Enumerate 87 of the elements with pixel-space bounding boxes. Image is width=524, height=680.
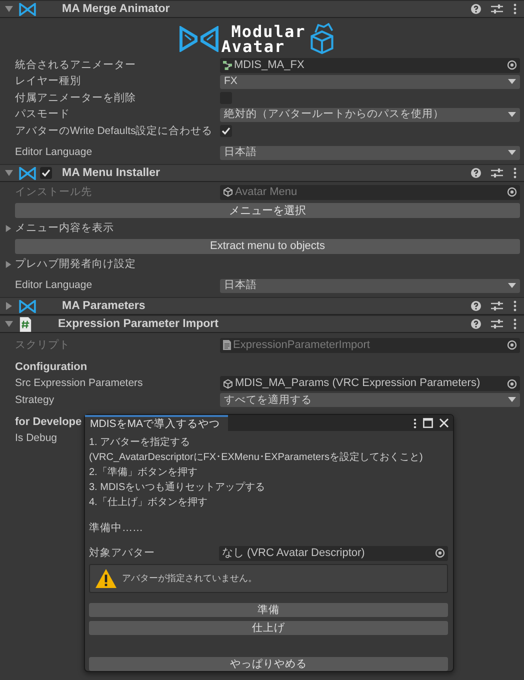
modular-avatar-logo: Modular Avatar (0, 20, 520, 57)
object-field[interactable]: MDIS_MA_Params (VRC Expression Parameters) (220, 376, 520, 392)
field-label: レイヤー種別 (15, 75, 82, 88)
collapsed-triangle-icon[interactable] (5, 224, 12, 232)
more-options-icon[interactable] (513, 3, 517, 15)
instruction-text: (VRC_AvatarDescriptorにFX･EXMenu･EXParametersを設定しておくこと) (89, 450, 423, 465)
help-icon[interactable] (471, 301, 481, 311)
action-button[interactable]: 準備 (89, 603, 448, 617)
warning-text: アバターが指定されていません。 (122, 572, 257, 585)
component-header[interactable]: MA Parameters (0, 297, 524, 315)
field-label: パスモード (15, 108, 71, 122)
component-title: Expression Parameter Import (58, 318, 218, 330)
field-label: アバターのWrite Defaults設定に合わせる (15, 124, 214, 138)
object-field[interactable]: なし (VRC Avatar Descriptor) (219, 546, 448, 560)
field-label: Editor Language (15, 279, 94, 292)
instruction-text: 2.「準備」ボタンを押す (89, 466, 198, 480)
window-tab[interactable]: MDISをMAで導入するやつ (85, 415, 228, 431)
foldout-label[interactable]: メニュー内容を表示 (15, 222, 114, 234)
checkbox[interactable] (220, 125, 232, 138)
script-icon (19, 316, 32, 332)
status-text: 準備中…… (89, 522, 144, 535)
dropdown[interactable]: すべてを適用する (220, 393, 520, 408)
bow-logo-icon (19, 166, 36, 180)
field-label: スクリプト (15, 338, 71, 352)
foldout-label[interactable]: プレハブ開発者向け設定 (15, 258, 136, 270)
dropdown-arrow-icon (508, 78, 516, 85)
section-heading: Configuration (15, 360, 88, 374)
bow-logo-icon (19, 2, 36, 16)
field-label: 付属アニメーターを削除 (15, 92, 137, 105)
dropdown[interactable]: 日本語 (220, 146, 520, 160)
section-heading: for Develope (15, 416, 82, 428)
cube-icon (223, 187, 233, 198)
field-label: Src Expression Parameters (15, 377, 144, 390)
more-options-icon[interactable] (513, 300, 517, 312)
dropdown-arrow-icon (508, 282, 516, 289)
document-icon (223, 340, 231, 350)
more-options-icon[interactable] (513, 167, 517, 179)
expanded-triangle-icon[interactable] (5, 5, 13, 13)
expanded-triangle-icon[interactable] (5, 320, 13, 328)
object-picker-icon[interactable] (507, 60, 517, 70)
more-options-icon[interactable] (413, 418, 417, 428)
bow-logo-icon (19, 300, 36, 312)
cube-icon (223, 378, 233, 389)
collapsed-triangle-icon[interactable] (5, 260, 12, 268)
dropdown-arrow-icon (508, 112, 516, 118)
object-picker-icon[interactable] (507, 378, 517, 389)
action-button[interactable]: 仕上げ (89, 621, 448, 635)
dropdown-arrow-icon (508, 150, 516, 156)
help-icon[interactable] (471, 4, 481, 14)
field-label: インストール先 (15, 186, 93, 199)
dropdown[interactable]: FX (220, 74, 520, 89)
settings-icon[interactable] (491, 4, 503, 14)
object-picker-icon[interactable] (435, 548, 445, 558)
component-title: MA Merge Animator (62, 2, 170, 16)
action-button[interactable]: Extract menu to objects (15, 238, 520, 254)
warning-icon (94, 568, 118, 589)
field-label: 対象アバター (89, 546, 156, 560)
component-header[interactable]: MA Merge Animator (0, 0, 524, 18)
field-label: Strategy (15, 394, 56, 407)
animator-icon (223, 60, 232, 70)
dropdown[interactable]: 絶対的（アバタールートからのパスを使用） (220, 108, 520, 122)
component-header[interactable]: MA Menu Installer (0, 164, 524, 182)
field-label: Editor Language (15, 146, 94, 160)
settings-icon[interactable] (491, 319, 503, 329)
dropdown[interactable]: 日本語 (220, 278, 520, 293)
action-button[interactable]: メニューを選択 (15, 202, 520, 218)
collapsed-triangle-icon[interactable] (5, 302, 13, 310)
expanded-triangle-icon[interactable] (5, 169, 13, 177)
action-button[interactable]: やっぱりやめる (89, 657, 448, 671)
component-title: MA Parameters (62, 300, 146, 312)
field-label: 統合されるアニメーター (15, 58, 137, 72)
settings-icon[interactable] (491, 301, 503, 311)
component-header[interactable]: Expression Parameter Import (0, 315, 524, 333)
component-title: MA Menu Installer (62, 166, 160, 180)
more-options-icon[interactable] (513, 318, 517, 330)
close-icon[interactable] (439, 418, 449, 428)
help-icon[interactable] (471, 168, 481, 178)
maximize-icon[interactable] (423, 418, 433, 428)
field-label: Is Debug (15, 432, 58, 446)
dropdown-arrow-icon (508, 397, 516, 404)
instruction-text: 3. MDISをいつも通りセットアップする (89, 480, 266, 495)
settings-icon[interactable] (491, 168, 503, 178)
instruction-text: 4.「仕上げ」ボタンを押す (89, 496, 208, 510)
instruction-text: 1. アバターを指定する (89, 436, 190, 450)
object-field[interactable]: MDIS_MA_FX (220, 58, 520, 73)
enable-checkbox[interactable] (40, 167, 52, 179)
help-icon[interactable] (471, 319, 481, 329)
